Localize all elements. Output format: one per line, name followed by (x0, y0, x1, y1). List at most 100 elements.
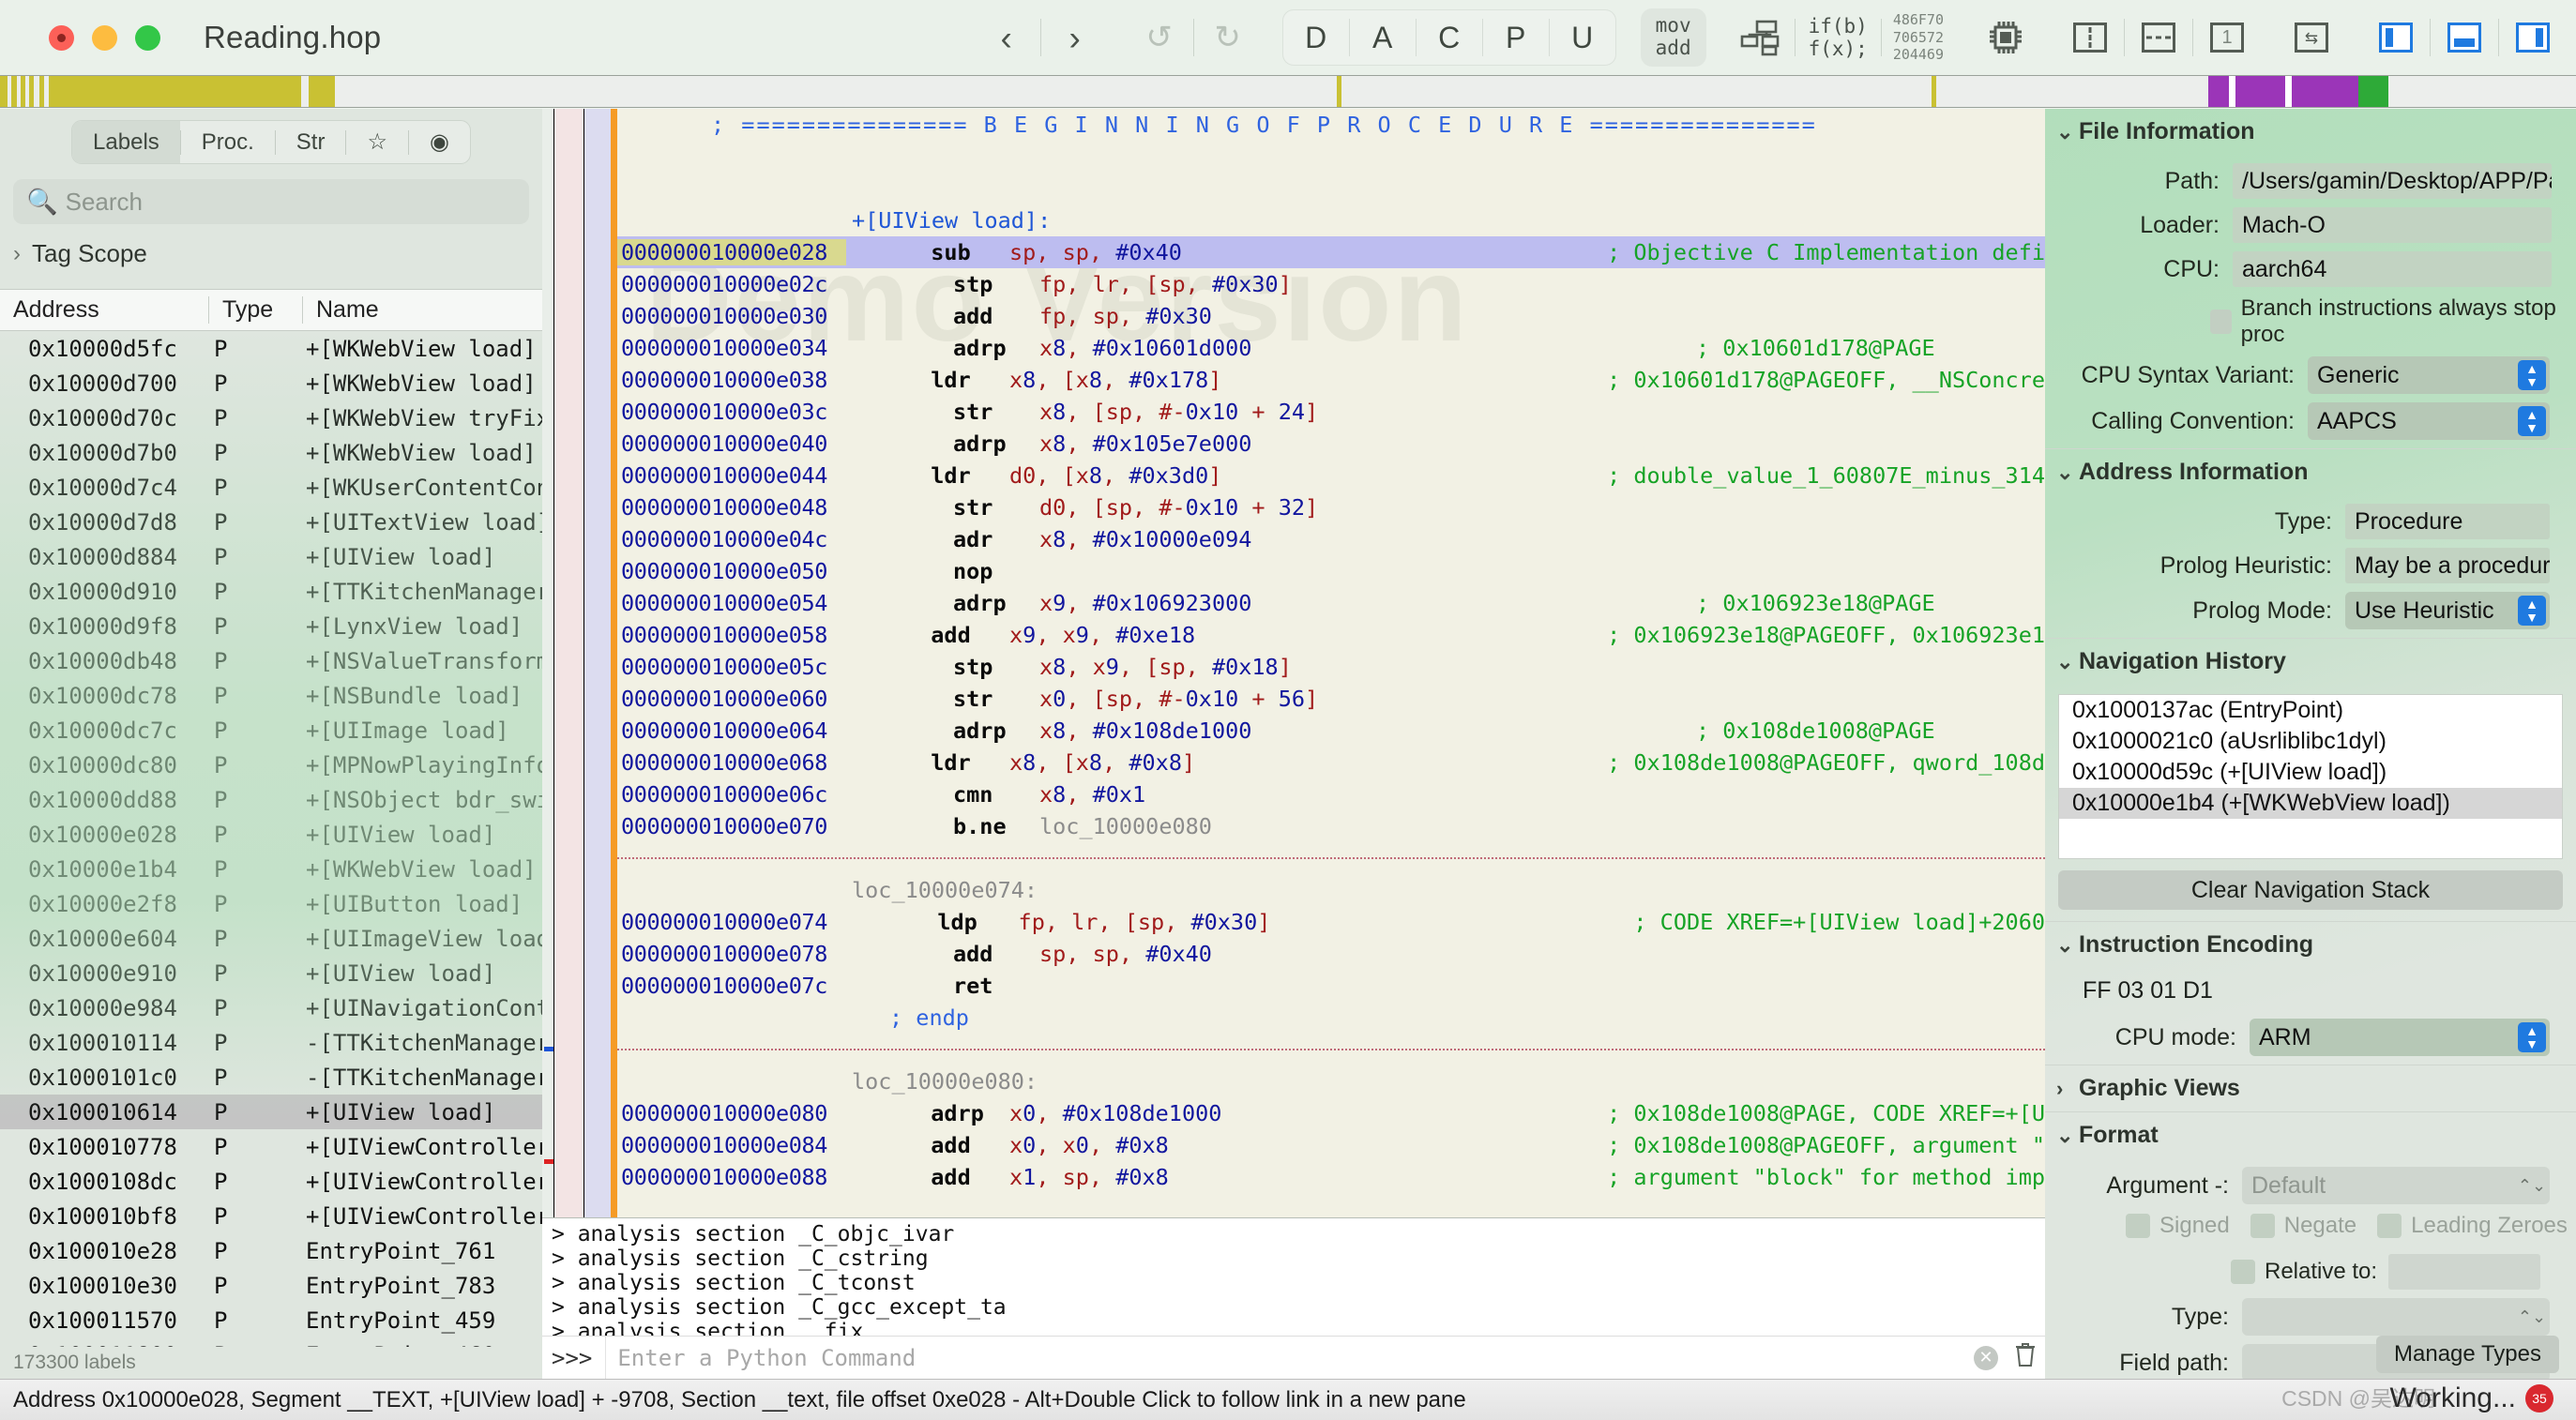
branch-stop-checkbox[interactable] (2209, 310, 2232, 334)
instruction-address[interactable]: 000000010000e088 (617, 1164, 846, 1190)
instruction-operands[interactable]: x8, x9, [sp, #0x18] (1039, 654, 1696, 680)
instruction-address[interactable]: 000000010000e050 (617, 558, 869, 584)
instruction-operands[interactable]: x8, [sp, #-0x10 + 24] (1039, 399, 1696, 425)
segment-block-23[interactable] (2358, 76, 2389, 107)
table-row[interactable]: 0x100011800PEntryPoint_460 (0, 1337, 542, 1348)
instruction-address[interactable]: 000000010000e05c (617, 654, 869, 680)
table-row[interactable]: 0x10000e028 P +[UIView load] (0, 817, 542, 852)
instruction-address[interactable]: 000000010000e064 (617, 718, 869, 744)
section-graphic-views[interactable]: › Graphic Views (2045, 1065, 2576, 1111)
tag-scope-disclosure[interactable]: › Tag Scope (0, 224, 542, 268)
instruction-address[interactable]: 000000010000e034 (617, 335, 869, 361)
minimize-button[interactable] (92, 24, 117, 51)
instruction-line[interactable]: 000000010000e088 add x1, sp, #0x8; argumen… (617, 1161, 2045, 1193)
instruction-line[interactable]: 000000010000e07c ret (617, 970, 2045, 1002)
column-header-name[interactable]: Name (302, 296, 542, 324)
cpu-syntax-select[interactable]: Generic ▲ ▼ (2308, 356, 2550, 394)
instruction-operands[interactable]: x0, x0, #0x8 (1009, 1132, 1607, 1158)
toggle-bottom-panel-button[interactable] (2434, 10, 2494, 65)
cpu-chip-button[interactable] (1976, 10, 2036, 65)
navigation-gutter[interactable] (583, 109, 611, 1217)
branch-stop-checkbox-row[interactable]: Branch instructions always stop proc (2209, 295, 2561, 348)
instruction-line[interactable]: 000000010000e060 str x0, [sp, #-0x10 + 56] (617, 683, 2045, 715)
instruction-line[interactable]: 000000010000e058 add x9, x9, #0xe18; 0x106… (617, 619, 2045, 651)
instruction-line[interactable]: 000000010000e038 ldr x8, [x8, #0x178]; 0x1… (617, 364, 2045, 396)
symbol-line[interactable]: +[UIView load]: (617, 204, 2045, 236)
segment-block-20[interactable] (2235, 76, 2285, 107)
instruction-line[interactable]: 000000010000e04c adr x8, #0x10000e094 (617, 523, 2045, 555)
sidebar-tab-[interactable]: ◉ (409, 121, 470, 163)
segment-block-17[interactable] (1936, 76, 2208, 107)
relative-to-field[interactable] (2388, 1254, 2541, 1290)
instruction-line[interactable]: 000000010000e078 add sp, sp, #0x40 (617, 938, 2045, 970)
relative-to-checkbox[interactable] (2231, 1260, 2255, 1284)
table-row[interactable]: 0x10000d7c4 P +[WKUserContentContr (0, 470, 542, 505)
search-input[interactable]: 🔍 Search (13, 179, 529, 224)
instruction-address[interactable]: 000000010000e030 (617, 303, 869, 329)
table-row[interactable]: 0x10000d910 P +[TTKitchenManager l (0, 574, 542, 609)
table-row[interactable]: 0x10000db48 P +[NSValueTransformer. (0, 643, 542, 678)
table-row[interactable]: 0x1000108dc P +[UIViewController l (0, 1164, 542, 1199)
table-row[interactable]: 0x10000d884 P +[UIView load] (0, 539, 542, 574)
pseudocode-button[interactable]: if(b) f(x); (1799, 15, 1877, 60)
clear-console-button[interactable] (2006, 1341, 2045, 1374)
table-row[interactable]: 0x10000e2f8 P +[UIButton load] (0, 886, 542, 921)
segment-block-22[interactable] (2291, 76, 2359, 107)
section-format[interactable]: ⌄ Format (2045, 1112, 2576, 1158)
negate-checkbox[interactable] (2250, 1214, 2275, 1238)
address-type-field[interactable]: Procedure (2345, 504, 2550, 539)
mode-ascii-button[interactable]: A (1350, 10, 1416, 65)
segment-block-19[interactable] (2228, 76, 2235, 107)
leading-zeroes-checkbox[interactable] (2377, 1214, 2402, 1238)
control-flow-graph-button[interactable] (1731, 10, 1791, 65)
segment-block-13[interactable] (335, 76, 1338, 107)
segment-block-15[interactable] (1341, 76, 1932, 107)
table-row[interactable]: 0x10000dd88 P +[NSObject bdr_swizzl (0, 782, 542, 817)
xref-gutter[interactable] (553, 109, 584, 1217)
instruction-operands[interactable]: x8, #0x10000e094 (1039, 526, 1696, 552)
instruction-line[interactable]: 000000010000e068 ldr x8, [x8, #0x8]; 0x108… (617, 747, 2045, 778)
table-row[interactable]: 0x10000dc80 P +[MPNowPlayingInfoCe (0, 748, 542, 782)
instruction-operands[interactable]: x8, #0x1 (1039, 781, 1696, 808)
instruction-address[interactable]: 000000010000e060 (617, 686, 869, 712)
table-row[interactable]: 0x10000d7d8 P +[UITextView load] (0, 505, 542, 539)
instruction-operands[interactable]: x8, #0x105e7e000 (1039, 431, 1696, 457)
segment-block-10[interactable] (48, 76, 302, 107)
table-row[interactable]: 0x10000dc78 P +[NSBundle load] (0, 678, 542, 713)
section-instruction-encoding[interactable]: ⌄ Instruction Encoding (2045, 922, 2576, 968)
signed-checkbox-row[interactable]: Signed (2126, 1213, 2230, 1239)
instruction-operands[interactable]: fp, lr, [sp, #0x30] (1019, 909, 1634, 935)
column-header-type[interactable]: Type (208, 296, 302, 324)
table-row[interactable]: 0x100010e28 P EntryPoint_761 (0, 1233, 542, 1268)
segment-block-21[interactable] (2284, 76, 2292, 107)
table-row[interactable]: 0x10000d700 P +[WKWebView load] (0, 366, 542, 400)
section-navigation-history[interactable]: ⌄ Navigation History (2045, 639, 2576, 685)
table-row[interactable]: 0x100010778 P +[UIViewController l (0, 1129, 542, 1164)
instruction-operands[interactable]: sp, sp, #0x40 (1039, 941, 1696, 967)
path-field[interactable]: /Users/gamin/Desktop/APP/Payload (2233, 163, 2552, 199)
toggle-right-sidebar-button[interactable] (2503, 10, 2563, 65)
table-row[interactable]: 0x10000e910 P +[UIView load] (0, 956, 542, 990)
instruction-line[interactable]: 000000010000e028 sub sp, sp, #0x40; Object… (617, 236, 2045, 268)
table-row[interactable]: 0x100010614 P +[UIView load] (0, 1095, 542, 1129)
python-command-input[interactable]: Enter a Python Command (605, 1336, 1966, 1379)
instruction-line[interactable]: 000000010000e070 b.ne loc_10000e080 (617, 810, 2045, 842)
instruction-line[interactable]: 000000010000e048 str d0, [sp, #-0x10 + 32] (617, 491, 2045, 523)
single-pane-button[interactable]: 1 (2197, 10, 2257, 65)
assembly-view-button[interactable]: mov add (1640, 8, 1706, 67)
instruction-line[interactable]: 000000010000e06c cmn x8, #0x1 (617, 778, 2045, 810)
section-file-information[interactable]: ⌄ File Information (2045, 109, 2576, 155)
instruction-address[interactable]: 000000010000e048 (617, 494, 869, 521)
instruction-address[interactable]: 000000010000e06c (617, 781, 869, 808)
signed-checkbox[interactable] (2126, 1214, 2150, 1238)
instruction-address[interactable]: 000000010000e068 (617, 749, 846, 776)
instruction-operands[interactable]: x0, #0x108de1000 (1009, 1100, 1607, 1126)
table-row[interactable]: 0x10000dc7c P +[UIImage load] (0, 713, 542, 748)
instruction-line[interactable]: 000000010000e02c stp fp, lr, [sp, #0x30] (617, 268, 2045, 300)
mode-undefined-button[interactable]: U (1550, 10, 1615, 65)
sidebar-tab-str[interactable]: Str (276, 121, 346, 163)
instruction-address[interactable]: 000000010000e084 (617, 1132, 846, 1158)
instruction-line[interactable]: 000000010000e050 nop (617, 555, 2045, 587)
leading-zeroes-checkbox-row[interactable]: Leading Zeroes (2377, 1213, 2568, 1239)
instruction-address[interactable]: 000000010000e058 (617, 622, 846, 648)
